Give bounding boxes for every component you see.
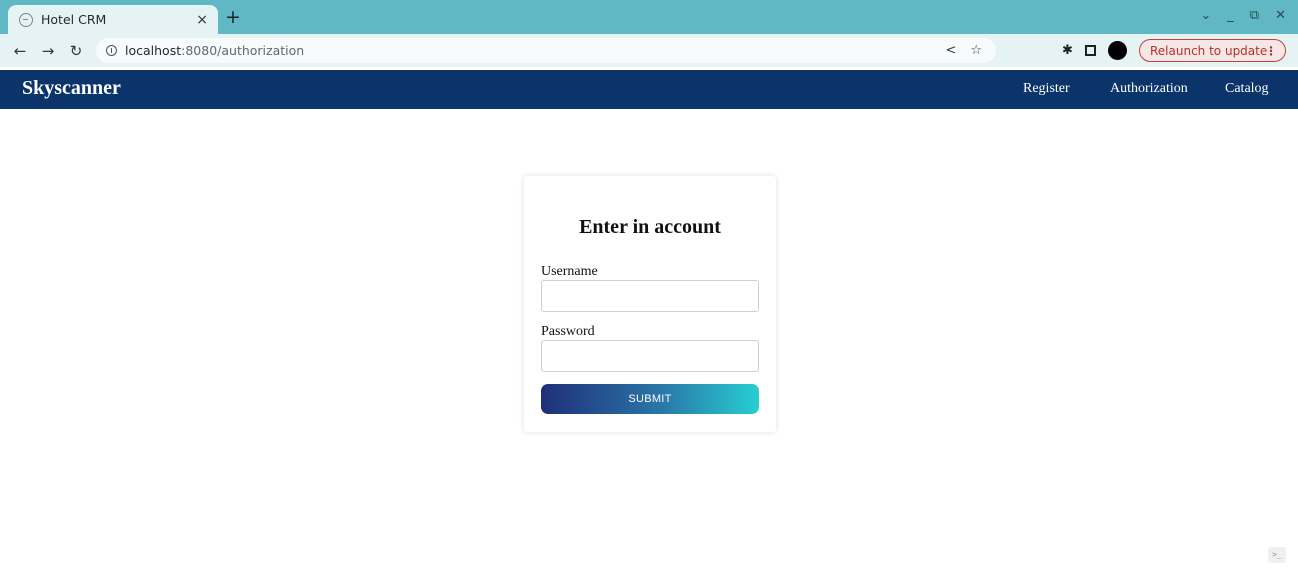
login-card: Enter in account Username Password SUBMI… [524,176,776,432]
window-controls: ⌄ _ ⧉ ✕ [1200,8,1286,23]
info-icon[interactable] [106,45,117,56]
submit-button[interactable]: SUBMIT [541,384,759,414]
browser-toolbar: ← → ↻ localhost:8080/authorization < ☆ ✱… [0,34,1298,67]
star-icon[interactable]: ☆ [970,43,982,58]
nav-catalog-link[interactable]: Catalog [1225,81,1269,97]
sidepanel-icon[interactable] [1084,45,1096,56]
share-icon[interactable]: < [945,43,956,58]
browser-tab-strip: Hotel CRM × + ⌄ _ ⧉ ✕ [0,0,1298,34]
brand-logo[interactable]: Skyscanner [22,77,121,100]
password-label: Password [541,324,595,339]
restore-icon[interactable]: ⧉ [1250,8,1259,23]
username-label: Username [541,264,598,279]
minimize-icon[interactable]: _ [1227,8,1234,23]
tab-search-chevron-icon[interactable]: ⌄ [1200,8,1211,23]
login-title: Enter in account [579,216,721,238]
forward-arrow-icon[interactable]: → [34,42,62,60]
tab-title: Hotel CRM [41,12,107,27]
app-navbar: Skyscanner Register Authorization Catalo… [0,70,1298,109]
extensions-icon[interactable]: ✱ [1062,43,1073,58]
devtools-corner-icon[interactable]: >_ [1268,547,1286,563]
nav-register-link[interactable]: Register [1023,81,1070,97]
password-input[interactable] [541,340,759,372]
back-arrow-icon[interactable]: ← [6,42,34,60]
url-host: localhost [125,43,182,58]
tab-close-icon[interactable]: × [196,12,208,28]
relaunch-button[interactable]: Relaunch to update ⋮ [1139,39,1286,62]
profile-avatar[interactable] [1107,41,1127,60]
username-input[interactable] [541,280,759,312]
nav-authorization-link[interactable]: Authorization [1110,81,1188,97]
url-path: :8080/authorization [181,43,305,58]
address-bar[interactable]: localhost:8080/authorization < ☆ [96,38,996,63]
browser-tab[interactable]: Hotel CRM × [8,5,218,34]
relaunch-label: Relaunch to update [1150,43,1268,58]
new-tab-button[interactable]: + [224,6,242,28]
close-window-icon[interactable]: ✕ [1275,8,1286,23]
globe-icon [19,12,33,27]
reload-icon[interactable]: ↻ [62,42,90,60]
more-menu-icon[interactable]: ⋮ [1265,44,1277,58]
